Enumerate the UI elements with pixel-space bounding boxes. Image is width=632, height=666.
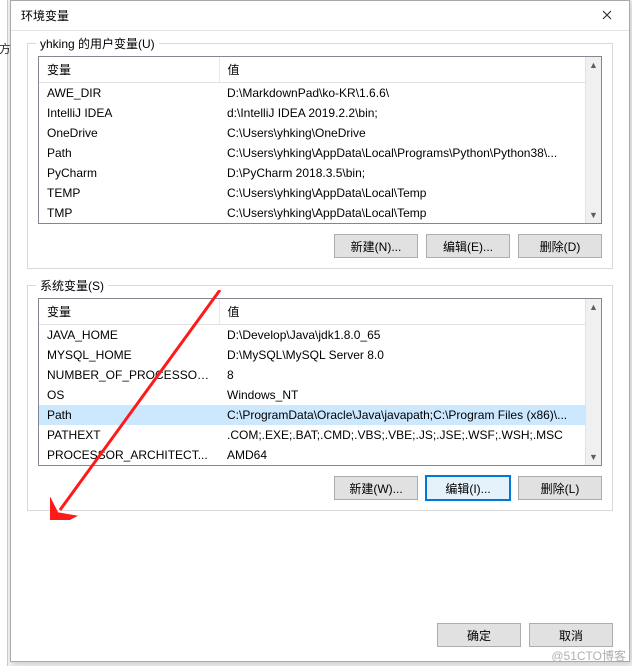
- var-name-cell: PATHEXT: [39, 425, 219, 445]
- var-name-cell: PROCESSOR_ARCHITECT...: [39, 445, 219, 465]
- table-row[interactable]: PROCESSOR_ARCHITECT...AMD64: [39, 445, 601, 465]
- var-value-cell: d:\IntelliJ IDEA 2019.2.2\bin;: [219, 103, 601, 123]
- var-name-cell: JAVA_HOME: [39, 325, 219, 346]
- titlebar: 环境变量: [11, 1, 629, 31]
- env-vars-dialog: 环境变量 yhking 的用户变量(U) 变量 值 AWE_DIRD:\Mark…: [10, 0, 630, 662]
- sys-delete-button[interactable]: 删除(L): [518, 476, 602, 500]
- system-vars-buttons: 新建(W)... 编辑(I)... 删除(L): [38, 476, 602, 500]
- var-name-cell: Path: [39, 405, 219, 425]
- var-value-cell: .COM;.EXE;.BAT;.CMD;.VBS;.VBE;.JS;.JSE;.…: [219, 425, 601, 445]
- var-value-cell: C:\Users\yhking\AppData\Local\Temp: [219, 183, 601, 203]
- system-vars-table[interactable]: 变量 值 JAVA_HOMED:\Develop\Java\jdk1.8.0_6…: [38, 298, 602, 466]
- var-name-cell: TMP: [39, 203, 219, 223]
- user-vars-group-label: yhking 的用户变量(U): [36, 35, 159, 52]
- col-header-value[interactable]: 值: [219, 299, 601, 325]
- var-name-cell: NUMBER_OF_PROCESSORS: [39, 365, 219, 385]
- user-vars-table[interactable]: 变量 值 AWE_DIRD:\MarkdownPad\ko-KR\1.6.6\I…: [38, 56, 602, 224]
- scroll-up-icon[interactable]: ▲: [586, 299, 601, 315]
- scrollbar[interactable]: ▲ ▼: [585, 299, 601, 465]
- scrollbar[interactable]: ▲ ▼: [585, 57, 601, 223]
- var-value-cell: D:\MarkdownPad\ko-KR\1.6.6\: [219, 83, 601, 104]
- var-name-cell: IntelliJ IDEA: [39, 103, 219, 123]
- user-new-button[interactable]: 新建(N)...: [334, 234, 418, 258]
- var-value-cell: AMD64: [219, 445, 601, 465]
- table-row[interactable]: PathC:\Users\yhking\AppData\Local\Progra…: [39, 143, 601, 163]
- var-name-cell: TEMP: [39, 183, 219, 203]
- sys-edit-button[interactable]: 编辑(I)...: [426, 476, 510, 500]
- var-value-cell: D:\PyCharm 2018.3.5\bin;: [219, 163, 601, 183]
- system-vars-group: 系统变量(S) 变量 值 JAVA_HOMED:\Develop\Java\jd…: [27, 285, 613, 511]
- table-row[interactable]: NUMBER_OF_PROCESSORS8: [39, 365, 601, 385]
- table-row[interactable]: PyCharmD:\PyCharm 2018.3.5\bin;: [39, 163, 601, 183]
- scroll-down-icon[interactable]: ▼: [586, 207, 601, 223]
- var-value-cell: C:\Users\yhking\AppData\Local\Programs\P…: [219, 143, 601, 163]
- table-row[interactable]: PathC:\ProgramData\Oracle\Java\javapath;…: [39, 405, 601, 425]
- scroll-down-icon[interactable]: ▼: [586, 449, 601, 465]
- var-name-cell: AWE_DIR: [39, 83, 219, 104]
- var-value-cell: D:\Develop\Java\jdk1.8.0_65: [219, 325, 601, 346]
- var-value-cell: C:\Users\yhking\OneDrive: [219, 123, 601, 143]
- col-header-name[interactable]: 变量: [39, 299, 219, 325]
- dialog-title: 环境变量: [21, 7, 585, 24]
- table-row[interactable]: MYSQL_HOMED:\MySQL\MySQL Server 8.0: [39, 345, 601, 365]
- close-button[interactable]: [585, 1, 629, 31]
- table-row[interactable]: TMPC:\Users\yhking\AppData\Local\Temp: [39, 203, 601, 223]
- var-value-cell: C:\ProgramData\Oracle\Java\javapath;C:\P…: [219, 405, 601, 425]
- user-delete-button[interactable]: 删除(D): [518, 234, 602, 258]
- var-value-cell: 8: [219, 365, 601, 385]
- col-header-name[interactable]: 变量: [39, 57, 219, 83]
- var-name-cell: MYSQL_HOME: [39, 345, 219, 365]
- table-row[interactable]: TEMPC:\Users\yhking\AppData\Local\Temp: [39, 183, 601, 203]
- table-row[interactable]: AWE_DIRD:\MarkdownPad\ko-KR\1.6.6\: [39, 83, 601, 104]
- user-vars-buttons: 新建(N)... 编辑(E)... 删除(D): [38, 234, 602, 258]
- sys-new-button[interactable]: 新建(W)...: [334, 476, 418, 500]
- cancel-button[interactable]: 取消: [529, 623, 613, 647]
- var-name-cell: Path: [39, 143, 219, 163]
- ok-button[interactable]: 确定: [437, 623, 521, 647]
- system-vars-group-label: 系统变量(S): [36, 277, 108, 294]
- var-value-cell: C:\Users\yhking\AppData\Local\Temp: [219, 203, 601, 223]
- table-row[interactable]: JAVA_HOMED:\Develop\Java\jdk1.8.0_65: [39, 325, 601, 346]
- user-edit-button[interactable]: 编辑(E)...: [426, 234, 510, 258]
- var-value-cell: Windows_NT: [219, 385, 601, 405]
- col-header-value[interactable]: 值: [219, 57, 601, 83]
- user-vars-group: yhking 的用户变量(U) 变量 值 AWE_DIRD:\MarkdownP…: [27, 43, 613, 269]
- dialog-footer: 确定 取消: [11, 615, 629, 661]
- table-row[interactable]: OneDriveC:\Users\yhking\OneDrive: [39, 123, 601, 143]
- table-row[interactable]: OSWindows_NT: [39, 385, 601, 405]
- close-icon: [602, 8, 612, 23]
- var-name-cell: PyCharm: [39, 163, 219, 183]
- scroll-up-icon[interactable]: ▲: [586, 57, 601, 73]
- var-name-cell: OneDrive: [39, 123, 219, 143]
- var-value-cell: D:\MySQL\MySQL Server 8.0: [219, 345, 601, 365]
- table-row[interactable]: IntelliJ IDEAd:\IntelliJ IDEA 2019.2.2\b…: [39, 103, 601, 123]
- var-name-cell: OS: [39, 385, 219, 405]
- table-row[interactable]: PATHEXT.COM;.EXE;.BAT;.CMD;.VBS;.VBE;.JS…: [39, 425, 601, 445]
